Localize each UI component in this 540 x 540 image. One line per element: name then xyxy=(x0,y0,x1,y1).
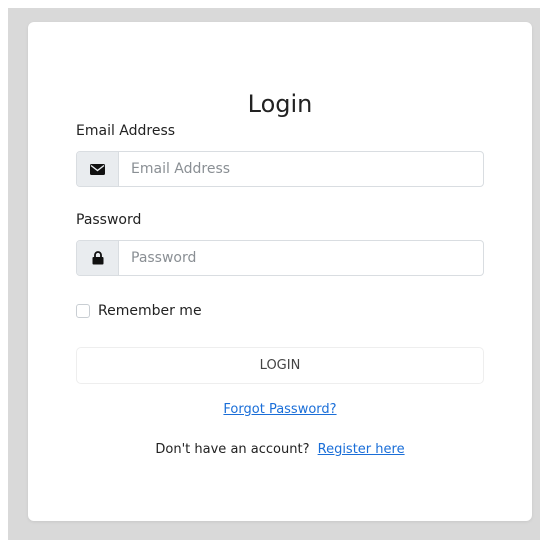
login-card: Login Email Address Password Remember me… xyxy=(28,22,532,521)
page-title: Login xyxy=(247,90,313,118)
forgot-password-link[interactable]: Forgot Password? xyxy=(223,402,336,417)
password-addon xyxy=(77,241,119,275)
password-field[interactable] xyxy=(119,241,483,275)
lock-icon xyxy=(92,251,103,265)
email-label: Email Address xyxy=(76,123,176,139)
password-label: Password xyxy=(76,212,142,228)
register-link[interactable]: Register here xyxy=(318,442,405,457)
remember-me-row: Remember me xyxy=(76,303,202,319)
login-button[interactable]: LOGIN xyxy=(76,347,484,384)
register-prompt: Don't have an account? xyxy=(155,442,310,457)
remember-me-label[interactable]: Remember me xyxy=(98,303,202,319)
forgot-password-row: Forgot Password? xyxy=(28,402,532,417)
register-row: Don't have an account? Register here xyxy=(28,442,532,457)
password-input-group xyxy=(76,240,484,276)
envelope-icon xyxy=(90,163,105,175)
remember-me-checkbox[interactable] xyxy=(76,304,90,318)
email-field[interactable] xyxy=(119,152,483,186)
email-addon xyxy=(77,152,119,186)
email-input-group xyxy=(76,151,484,187)
